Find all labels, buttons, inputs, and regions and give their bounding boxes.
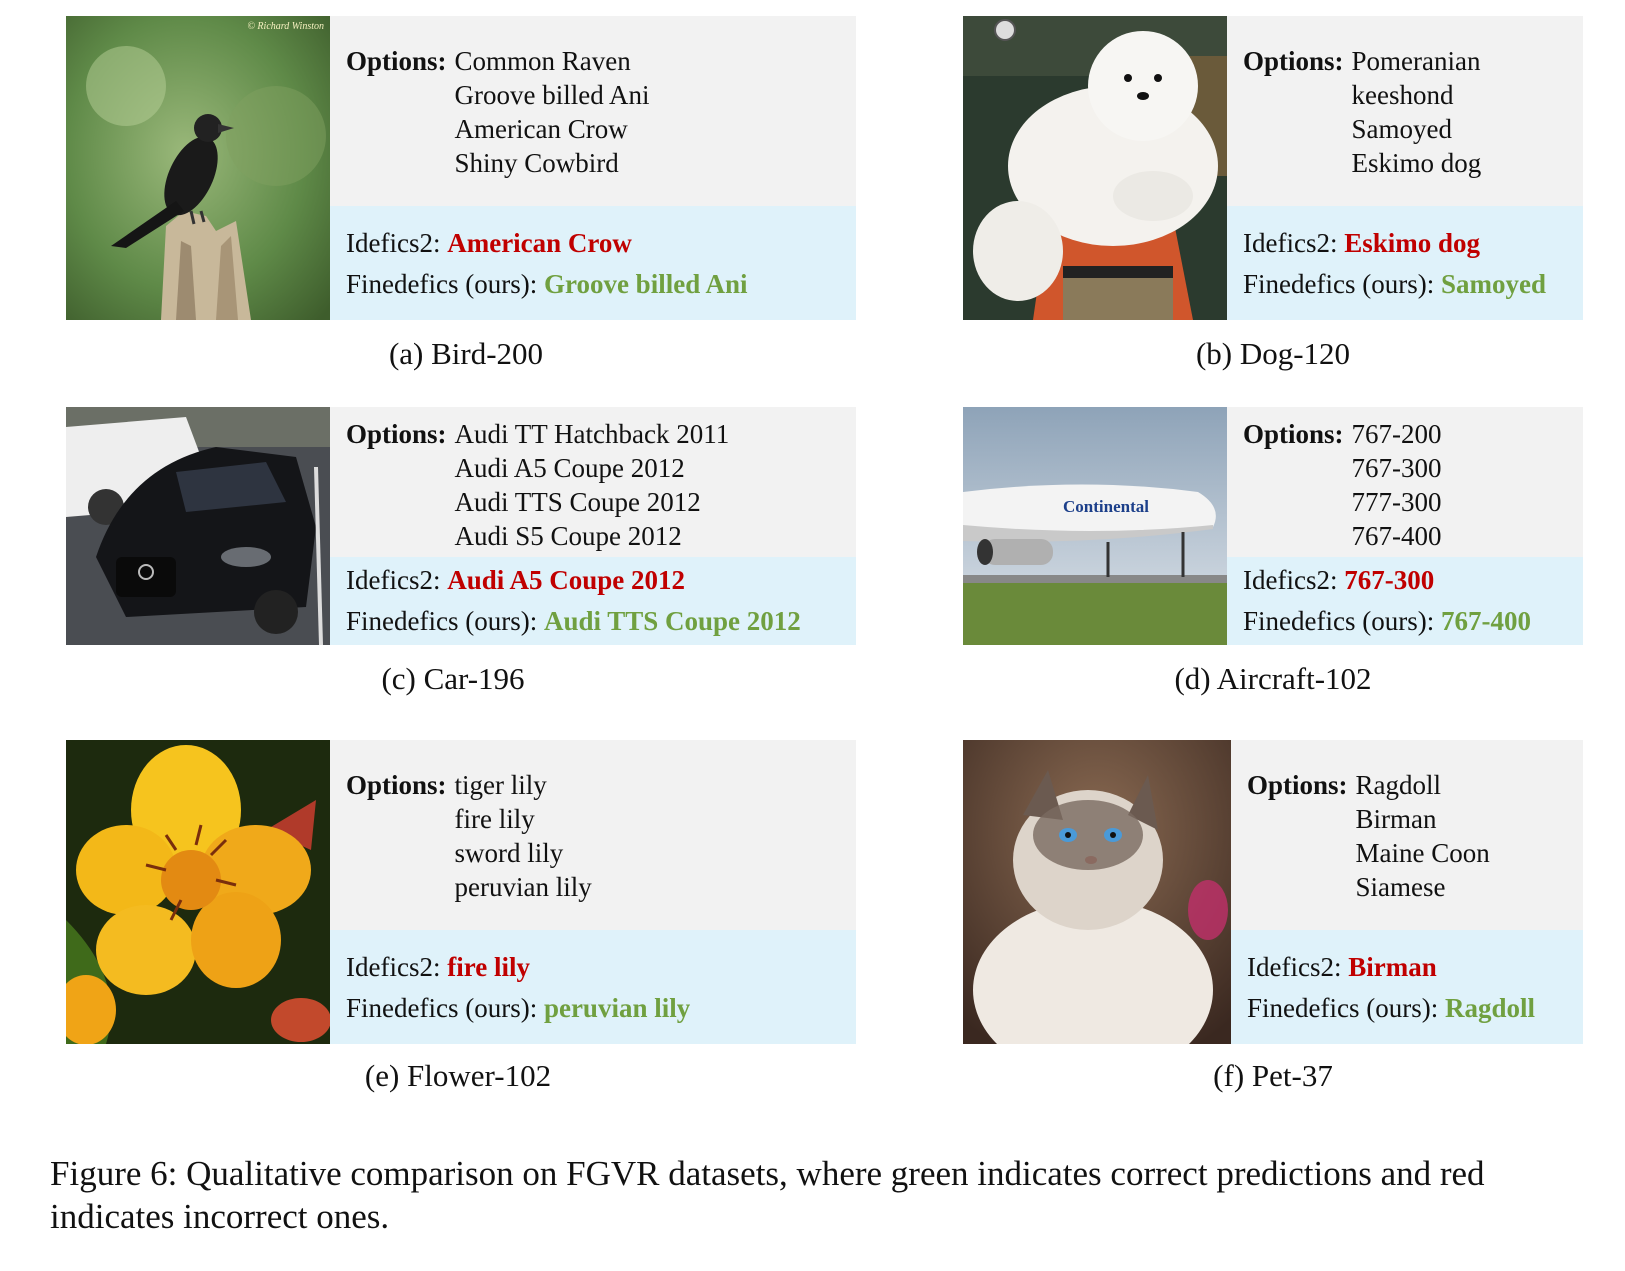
panel-bird: © Richard Winston Options: Common Raven … — [66, 16, 856, 320]
option-item: Audi TT Hatchback 2011 — [454, 419, 730, 449]
options-label: Options: — [1247, 770, 1348, 800]
option-item: 767-200 — [1351, 419, 1442, 449]
options-box: Options: Audi TT Hatchback 2011 Audi A5 … — [330, 407, 856, 557]
panel-flower: Options: tiger lily fire lily sword lily… — [66, 740, 856, 1044]
airline-name: Continental — [1063, 497, 1149, 516]
option-item: Groove billed Ani — [454, 80, 650, 110]
baseline-prediction: Idefics2: 767-300 — [1243, 565, 1435, 595]
options-label: Options: — [1243, 46, 1344, 76]
ours-prediction: Finedefics (ours): 767-400 — [1243, 606, 1531, 636]
option-item: Shiny Cowbird — [454, 148, 619, 178]
option-item: Audi S5 Coupe 2012 — [454, 521, 682, 551]
car-photo — [66, 407, 330, 645]
correct-answer: Samoyed — [1440, 269, 1546, 299]
baseline-prediction: Idefics2: American Crow — [346, 228, 632, 258]
predictions-box: Idefics2: American Crow Finedefics (ours… — [330, 206, 856, 320]
option-item: Pomeranian — [1351, 46, 1481, 76]
correct-answer: Ragdoll — [1444, 993, 1535, 1023]
options-box: Options: Ragdoll Birman Maine Coon Siame… — [1231, 740, 1583, 930]
baseline-prediction: Idefics2: Birman — [1247, 952, 1437, 982]
predictions-box: Idefics2: Eskimo dog Finedefics (ours): … — [1227, 206, 1583, 320]
watermark-text: © Richard Winston — [247, 21, 324, 32]
option-item: 777-300 — [1351, 487, 1442, 517]
ours-prediction: Finedefics (ours): Audi TTS Coupe 2012 — [346, 606, 801, 636]
predictions-box: Idefics2: Audi A5 Coupe 2012 Finedefics … — [330, 557, 856, 645]
predictions-box: Idefics2: Birman Finedefics (ours): Ragd… — [1231, 930, 1583, 1044]
panel-aircraft: Continental Options: 767-200 767-300 777… — [963, 407, 1583, 645]
options-label: Options: — [346, 419, 447, 449]
predictions-box: Idefics2: fire lily Finedefics (ours): p… — [330, 930, 856, 1044]
options-label: Options: — [346, 770, 447, 800]
option-item: Common Raven — [454, 46, 631, 76]
option-item: Eskimo dog — [1351, 148, 1482, 178]
option-item: Audi A5 Coupe 2012 — [454, 453, 685, 483]
option-item: Audi TTS Coupe 2012 — [454, 487, 701, 517]
option-item: 767-400 — [1351, 521, 1442, 551]
correct-answer: peruvian lily — [543, 993, 691, 1023]
incorrect-answer: Eskimo dog — [1344, 228, 1481, 258]
option-item: keeshond — [1351, 80, 1454, 110]
incorrect-answer: Audi A5 Coupe 2012 — [447, 565, 686, 595]
options-label: Options: — [346, 46, 447, 76]
figure-caption: Figure 6: Qualitative comparison on FGVR… — [50, 1154, 1485, 1236]
options-box: Options: Pomeranian keeshond Samoyed Esk… — [1227, 16, 1583, 206]
option-item: American Crow — [454, 114, 628, 144]
incorrect-answer: American Crow — [447, 228, 632, 258]
option-item: Ragdoll — [1355, 770, 1442, 800]
option-item: sword lily — [454, 838, 564, 868]
option-item: Maine Coon — [1355, 838, 1490, 868]
baseline-prediction: Idefics2: fire lily — [346, 952, 530, 982]
options-label: Options: — [1243, 419, 1344, 449]
dog-photo — [963, 16, 1227, 320]
baseline-prediction: Idefics2: Eskimo dog — [1243, 228, 1481, 258]
options-box: Options: Common Raven Groove billed Ani … — [330, 16, 856, 206]
ours-prediction: Finedefics (ours): Ragdoll — [1247, 993, 1535, 1023]
ours-prediction: Finedefics (ours): peruvian lily — [346, 993, 691, 1023]
sublabel-a: (a) Bird-200 — [388, 336, 544, 371]
option-item: Samoyed — [1351, 114, 1453, 144]
options-box: Options: tiger lily fire lily sword lily… — [330, 740, 856, 930]
predictions-box: Idefics2: 767-300 Finedefics (ours): 767… — [1227, 557, 1583, 645]
correct-answer: Audi TTS Coupe 2012 — [543, 606, 801, 636]
aircraft-photo: Continental — [963, 407, 1227, 645]
incorrect-answer: fire lily — [447, 952, 530, 982]
option-item: fire lily — [454, 804, 535, 834]
ours-prediction: Finedefics (ours): Groove billed Ani — [346, 269, 748, 299]
sublabel-b: (b) Dog-120 — [1195, 336, 1351, 371]
sublabel-e: (e) Flower-102 — [364, 1058, 552, 1093]
ours-prediction: Finedefics (ours): Samoyed — [1243, 269, 1546, 299]
cat-photo — [963, 740, 1231, 1044]
sublabel-f: (f) Pet-37 — [1213, 1058, 1333, 1093]
incorrect-answer: Birman — [1348, 952, 1437, 982]
option-item: peruvian lily — [454, 872, 592, 902]
flower-photo — [66, 740, 330, 1044]
correct-answer: 767-400 — [1440, 606, 1531, 636]
bird-photo: © Richard Winston — [66, 16, 330, 320]
option-item: 767-300 — [1351, 453, 1442, 483]
sublabel-d: (d) Aircraft-102 — [1174, 661, 1372, 696]
sublabel-c: (c) Car-196 — [381, 661, 525, 696]
option-item: tiger lily — [454, 770, 547, 800]
panel-pet: Options: Ragdoll Birman Maine Coon Siame… — [963, 740, 1583, 1044]
option-item: Siamese — [1355, 872, 1446, 902]
panel-dog: Options: Pomeranian keeshond Samoyed Esk… — [963, 16, 1583, 320]
correct-answer: Groove billed Ani — [543, 269, 748, 299]
incorrect-answer: 767-300 — [1344, 565, 1435, 595]
baseline-prediction: Idefics2: Audi A5 Coupe 2012 — [346, 565, 686, 595]
options-box: Options: 767-200 767-300 777-300 767-400 — [1227, 407, 1583, 557]
option-item: Birman — [1355, 804, 1437, 834]
panel-car: Options: Audi TT Hatchback 2011 Audi A5 … — [66, 407, 856, 645]
